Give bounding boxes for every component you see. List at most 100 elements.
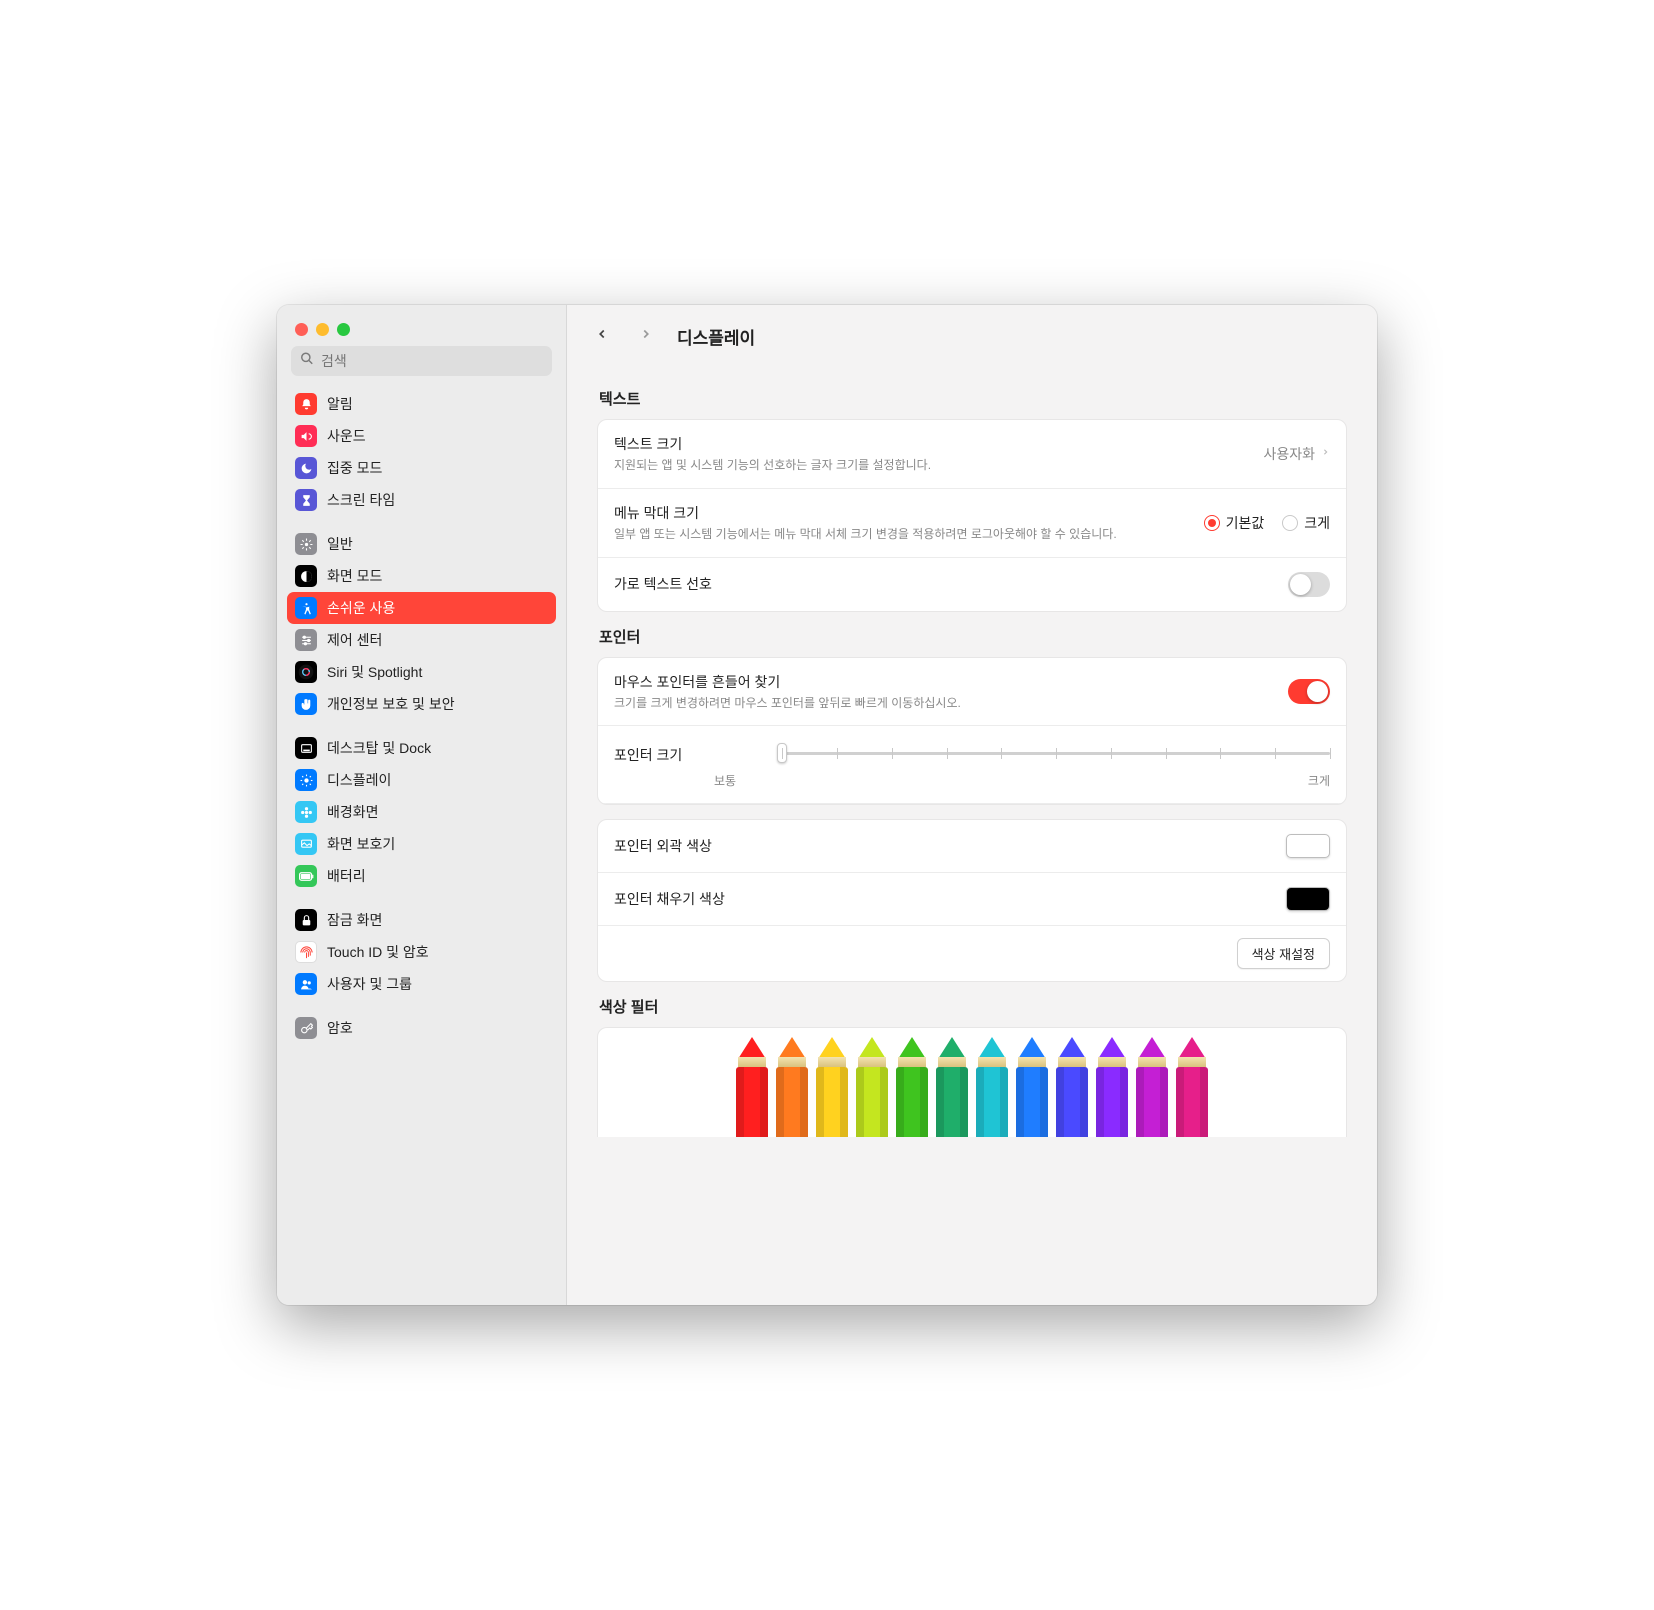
row-reset-color: 색상 재설정	[598, 926, 1346, 981]
sidebar-item-label: 스크린 타임	[327, 490, 395, 510]
pencil-icon	[854, 1037, 890, 1137]
moon-icon	[295, 457, 317, 479]
text-size-label: 텍스트 크기	[614, 434, 1243, 454]
sidebar-item[interactable]: 사용자 및 그룹	[287, 968, 556, 1000]
search-wrap	[277, 346, 566, 388]
nav-forward-button[interactable]	[633, 321, 659, 352]
bell-icon	[295, 393, 317, 415]
row-text-size[interactable]: 텍스트 크기 지원되는 앱 및 시스템 기능의 선호하는 글자 크기를 설정합니…	[598, 420, 1346, 489]
sidebar-item[interactable]: 화면 보호기	[287, 828, 556, 860]
sidebar-item-label: 디스플레이	[327, 770, 391, 790]
pencil-icon	[974, 1037, 1010, 1137]
sidebar-item[interactable]: 사운드	[287, 420, 556, 452]
pencil-icon	[814, 1037, 850, 1137]
sidebar-item[interactable]: 화면 모드	[287, 560, 556, 592]
battery-icon	[295, 865, 317, 887]
fill-color-swatch[interactable]	[1286, 887, 1330, 911]
pencil-icon	[1174, 1037, 1210, 1137]
chevron-right-icon	[1321, 445, 1330, 462]
pencil-icon	[1014, 1037, 1050, 1137]
page-title: 디스플레이	[677, 324, 755, 349]
sidebar-item-label: 손쉬운 사용	[327, 598, 395, 618]
radio-default[interactable]: 기본값	[1204, 513, 1265, 533]
window-close-button[interactable]	[295, 323, 308, 336]
section-title-text: 텍스트	[599, 388, 1347, 409]
row-menubar-size: 메뉴 막대 크기 일부 앱 또는 시스템 기능에서는 메뉴 막대 서체 크기 변…	[598, 489, 1346, 558]
card-text: 텍스트 크기 지원되는 앱 및 시스템 기능의 선호하는 글자 크기를 설정합니…	[597, 419, 1347, 612]
gear-icon	[295, 533, 317, 555]
content[interactable]: 텍스트 텍스트 크기 지원되는 앱 및 시스템 기능의 선호하는 글자 크기를 …	[567, 368, 1377, 1305]
horizontal-text-label: 가로 텍스트 선호	[614, 574, 712, 594]
sidebar-item-label: 알림	[327, 394, 353, 414]
radio-large[interactable]: 크게	[1282, 513, 1330, 533]
outline-color-swatch[interactable]	[1286, 834, 1330, 858]
sidebar-item-label: 일반	[327, 534, 353, 554]
sidebar-item-label: 화면 보호기	[327, 834, 395, 854]
card-pointer-shake: 마우스 포인터를 흔들어 찾기 크기를 크게 변경하려면 마우스 포인터를 앞뒤…	[597, 657, 1347, 806]
pencil-icon	[894, 1037, 930, 1137]
shake-sub: 크기를 크게 변경하려면 마우스 포인터를 앞뒤로 빠르게 이동하십시오.	[614, 695, 1268, 712]
sidebar-item[interactable]: Touch ID 및 암호	[287, 936, 556, 968]
settings-window: 알림사운드집중 모드스크린 타임일반화면 모드손쉬운 사용제어 센터Siri 및…	[277, 305, 1377, 1305]
sidebar-item[interactable]: 개인정보 보호 및 보안	[287, 688, 556, 720]
reset-color-button[interactable]: 색상 재설정	[1237, 938, 1330, 969]
pointer-size-slider[interactable]	[782, 740, 1330, 770]
sidebar-item[interactable]: 알림	[287, 388, 556, 420]
menubar-size-label: 메뉴 막대 크기	[614, 503, 1184, 523]
sidebar-item-label: 잠금 화면	[327, 910, 382, 930]
sliders-icon	[295, 629, 317, 651]
sidebar-item[interactable]: 배경화면	[287, 796, 556, 828]
nav-back-button[interactable]	[589, 321, 615, 352]
sidebar-item[interactable]: 손쉬운 사용	[287, 592, 556, 624]
fingerprint-icon	[295, 941, 317, 963]
shake-toggle[interactable]	[1288, 679, 1330, 704]
sidebar: 알림사운드집중 모드스크린 타임일반화면 모드손쉬운 사용제어 센터Siri 및…	[277, 305, 567, 1305]
hand-icon	[295, 693, 317, 715]
sidebar-item-label: 배터리	[327, 866, 366, 886]
sidebar-item[interactable]: 잠금 화면	[287, 904, 556, 936]
pencil-icon	[1054, 1037, 1090, 1137]
pencil-icon	[1134, 1037, 1170, 1137]
pencil-icon	[1094, 1037, 1130, 1137]
sidebar-item[interactable]: 제어 센터	[287, 624, 556, 656]
sidebar-item[interactable]: Siri 및 Spotlight	[287, 656, 556, 688]
row-horizontal-text: 가로 텍스트 선호	[598, 558, 1346, 611]
sidebar-item[interactable]: 암호	[287, 1012, 556, 1044]
slider-min-label: 보통	[714, 772, 736, 789]
color-filters-preview	[597, 1027, 1347, 1137]
sidebar-item[interactable]: 배터리	[287, 860, 556, 892]
sidebar-item[interactable]: 집중 모드	[287, 452, 556, 484]
row-fill-color: 포인터 채우기 색상	[598, 873, 1346, 926]
speaker-icon	[295, 425, 317, 447]
sidebar-item-label: Touch ID 및 암호	[327, 942, 429, 962]
row-shake: 마우스 포인터를 흔들어 찾기 크기를 크게 변경하려면 마우스 포인터를 앞뒤…	[598, 658, 1346, 727]
text-size-sub: 지원되는 앱 및 시스템 기능의 선호하는 글자 크기를 설정합니다.	[614, 457, 1243, 474]
users-icon	[295, 973, 317, 995]
search-input[interactable]	[291, 346, 552, 376]
row-pointer-size: 포인터 크기 보통 크게	[598, 726, 1346, 804]
window-maximize-button[interactable]	[337, 323, 350, 336]
radio-dot-icon	[1282, 515, 1298, 531]
sidebar-item[interactable]: 스크린 타임	[287, 484, 556, 516]
lock-icon	[295, 909, 317, 931]
slider-max-label: 크게	[1308, 772, 1330, 789]
sidebar-item[interactable]: 일반	[287, 528, 556, 560]
pencil-icon	[734, 1037, 770, 1137]
sidebar-nav[interactable]: 알림사운드집중 모드스크린 타임일반화면 모드손쉬운 사용제어 센터Siri 및…	[277, 388, 566, 1305]
traffic-lights	[277, 305, 566, 346]
pencil-icon	[934, 1037, 970, 1137]
hourglass-icon	[295, 489, 317, 511]
sidebar-item-label: 개인정보 보호 및 보안	[327, 694, 455, 714]
pointer-size-label: 포인터 크기	[614, 745, 682, 765]
shake-label: 마우스 포인터를 흔들어 찾기	[614, 672, 1268, 692]
sidebar-item[interactable]: 데스크탑 및 Dock	[287, 732, 556, 764]
screensaver-icon	[295, 833, 317, 855]
outline-color-label: 포인터 외곽 색상	[614, 836, 712, 856]
pencil-icon	[774, 1037, 810, 1137]
horizontal-text-toggle[interactable]	[1288, 572, 1330, 597]
sidebar-item-label: 집중 모드	[327, 458, 382, 478]
sidebar-item[interactable]: 디스플레이	[287, 764, 556, 796]
sidebar-item-label: 화면 모드	[327, 566, 382, 586]
window-minimize-button[interactable]	[316, 323, 329, 336]
sidebar-item-label: 사용자 및 그룹	[327, 974, 412, 994]
